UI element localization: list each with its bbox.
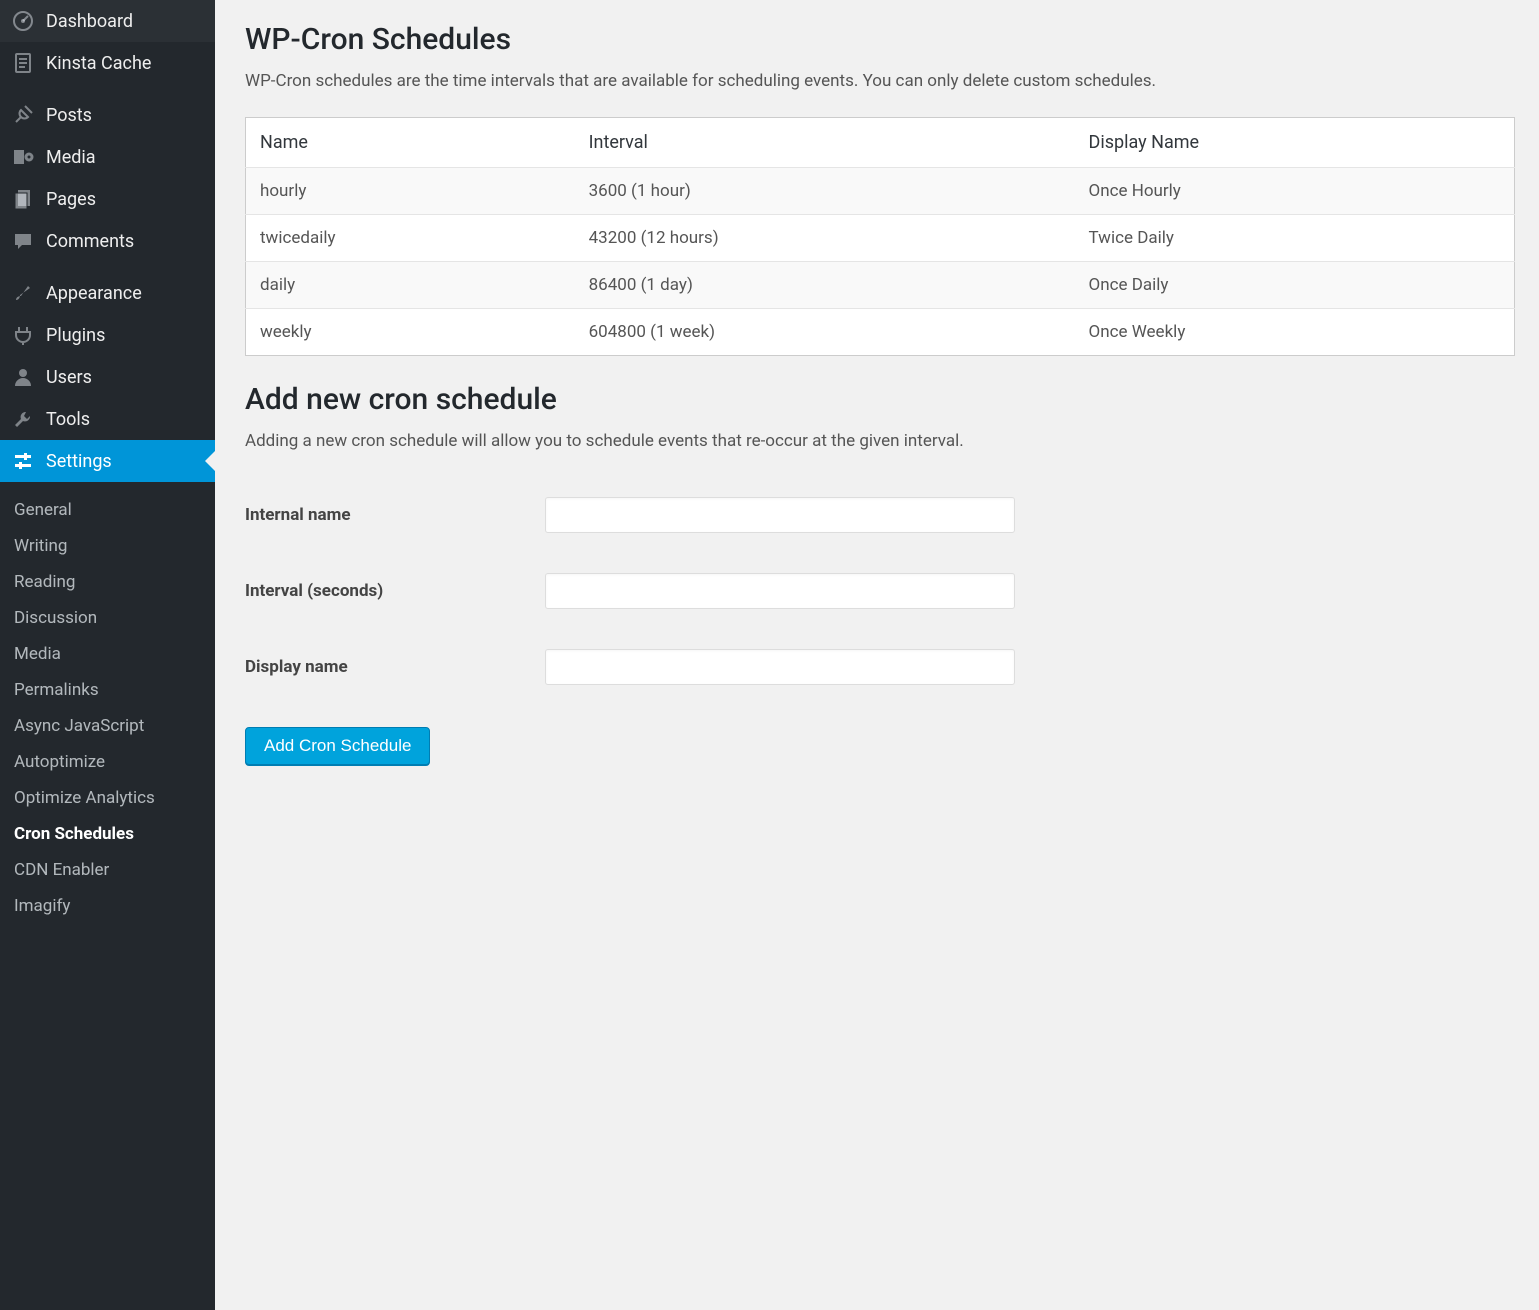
internal-name-field[interactable] — [545, 497, 1015, 533]
sidebar-item-label: Kinsta Cache — [46, 53, 151, 74]
submenu-item-cron-schedules[interactable]: Cron Schedules — [0, 816, 215, 852]
table-cell: Twice Daily — [1075, 215, 1515, 262]
sidebar-item-media[interactable]: Media — [0, 136, 215, 178]
table-cell: Once Hourly — [1075, 168, 1515, 215]
interval-seconds-field[interactable] — [545, 573, 1015, 609]
display-name-field[interactable] — [545, 649, 1015, 685]
table-cell: Once Weekly — [1075, 309, 1515, 356]
plug-icon — [12, 324, 34, 346]
dashboard-icon — [12, 10, 34, 32]
table-cell: 3600 (1 hour) — [575, 168, 1075, 215]
main-content: WP-Cron Schedules WP-Cron schedules are … — [215, 0, 1539, 1310]
submenu-item-optimize-analytics[interactable]: Optimize Analytics — [0, 780, 215, 816]
table-cell: 43200 (12 hours) — [575, 215, 1075, 262]
table-cell: 86400 (1 day) — [575, 262, 1075, 309]
sidebar-item-plugins[interactable]: Plugins — [0, 314, 215, 356]
submenu-item-media[interactable]: Media — [0, 636, 215, 672]
page-title: WP-Cron Schedules — [245, 22, 1515, 57]
form-label-internal-name: Internal name — [245, 477, 545, 553]
sidebar-item-label: Settings — [46, 451, 112, 472]
admin-sidebar: Dashboard Kinsta Cache Posts Media Pages Comm… — [0, 0, 215, 1310]
add-cron-schedule-button[interactable]: Add Cron Schedule — [245, 727, 430, 765]
submenu-item-general[interactable]: General — [0, 492, 215, 528]
sidebar-item-label: Pages — [46, 189, 96, 210]
add-schedule-heading: Add new cron schedule — [245, 382, 1515, 417]
sidebar-item-label: Comments — [46, 231, 134, 252]
pages-icon — [12, 188, 34, 210]
table-header: Interval — [575, 118, 1075, 168]
table-cell: twicedaily — [246, 215, 575, 262]
table-header: Display Name — [1075, 118, 1515, 168]
submenu-item-reading[interactable]: Reading — [0, 564, 215, 600]
brush-icon — [12, 282, 34, 304]
table-cell: daily — [246, 262, 575, 309]
table-cell: weekly — [246, 309, 575, 356]
sidebar-item-appearance[interactable]: Appearance — [0, 272, 215, 314]
user-icon — [12, 366, 34, 388]
settings-icon — [12, 450, 34, 472]
sidebar-item-posts[interactable]: Posts — [0, 94, 215, 136]
table-header: Name — [246, 118, 575, 168]
pin-icon — [12, 104, 34, 126]
settings-submenu: GeneralWritingReadingDiscussionMediaPerm… — [0, 482, 215, 938]
sidebar-item-label: Media — [46, 147, 96, 168]
table-row: hourly3600 (1 hour)Once Hourly — [246, 168, 1515, 215]
table-cell: Once Daily — [1075, 262, 1515, 309]
submenu-item-imagify[interactable]: Imagify — [0, 888, 215, 924]
comment-icon — [12, 230, 34, 252]
sidebar-item-dashboard[interactable]: Dashboard — [0, 0, 215, 42]
wrench-icon — [12, 408, 34, 430]
form-label-interval-seconds: Interval (seconds) — [245, 553, 545, 629]
sidebar-item-label: Dashboard — [46, 11, 133, 32]
sidebar-item-label: Users — [46, 367, 92, 388]
sidebar-item-pages[interactable]: Pages — [0, 178, 215, 220]
table-row: daily86400 (1 day)Once Daily — [246, 262, 1515, 309]
page-description: WP-Cron schedules are the time intervals… — [245, 71, 1515, 91]
submenu-item-writing[interactable]: Writing — [0, 528, 215, 564]
sidebar-item-users[interactable]: Users — [0, 356, 215, 398]
media-icon — [12, 146, 34, 168]
table-cell: hourly — [246, 168, 575, 215]
sidebar-item-tools[interactable]: Tools — [0, 398, 215, 440]
form-label-display-name: Display name — [245, 629, 545, 705]
sidebar-item-label: Plugins — [46, 325, 105, 346]
submenu-item-autoptimize[interactable]: Autoptimize — [0, 744, 215, 780]
submenu-item-cdn-enabler[interactable]: CDN Enabler — [0, 852, 215, 888]
table-row: twicedaily43200 (12 hours)Twice Daily — [246, 215, 1515, 262]
submenu-item-permalinks[interactable]: Permalinks — [0, 672, 215, 708]
add-schedule-form: Internal nameInterval (seconds)Display n… — [245, 477, 1515, 705]
sidebar-item-comments[interactable]: Comments — [0, 220, 215, 262]
sidebar-item-kinsta-cache[interactable]: Kinsta Cache — [0, 42, 215, 84]
table-cell: 604800 (1 week) — [575, 309, 1075, 356]
sidebar-item-settings[interactable]: Settings — [0, 440, 215, 482]
sidebar-item-label: Appearance — [46, 283, 142, 304]
schedules-table: NameIntervalDisplay Name hourly3600 (1 h… — [245, 117, 1515, 356]
sidebar-item-label: Tools — [46, 409, 90, 430]
table-row: weekly604800 (1 week)Once Weekly — [246, 309, 1515, 356]
sidebar-item-label: Posts — [46, 105, 92, 126]
add-schedule-description: Adding a new cron schedule will allow yo… — [245, 431, 1515, 451]
submenu-item-discussion[interactable]: Discussion — [0, 600, 215, 636]
submenu-item-async-javascript[interactable]: Async JavaScript — [0, 708, 215, 744]
document-icon — [12, 52, 34, 74]
